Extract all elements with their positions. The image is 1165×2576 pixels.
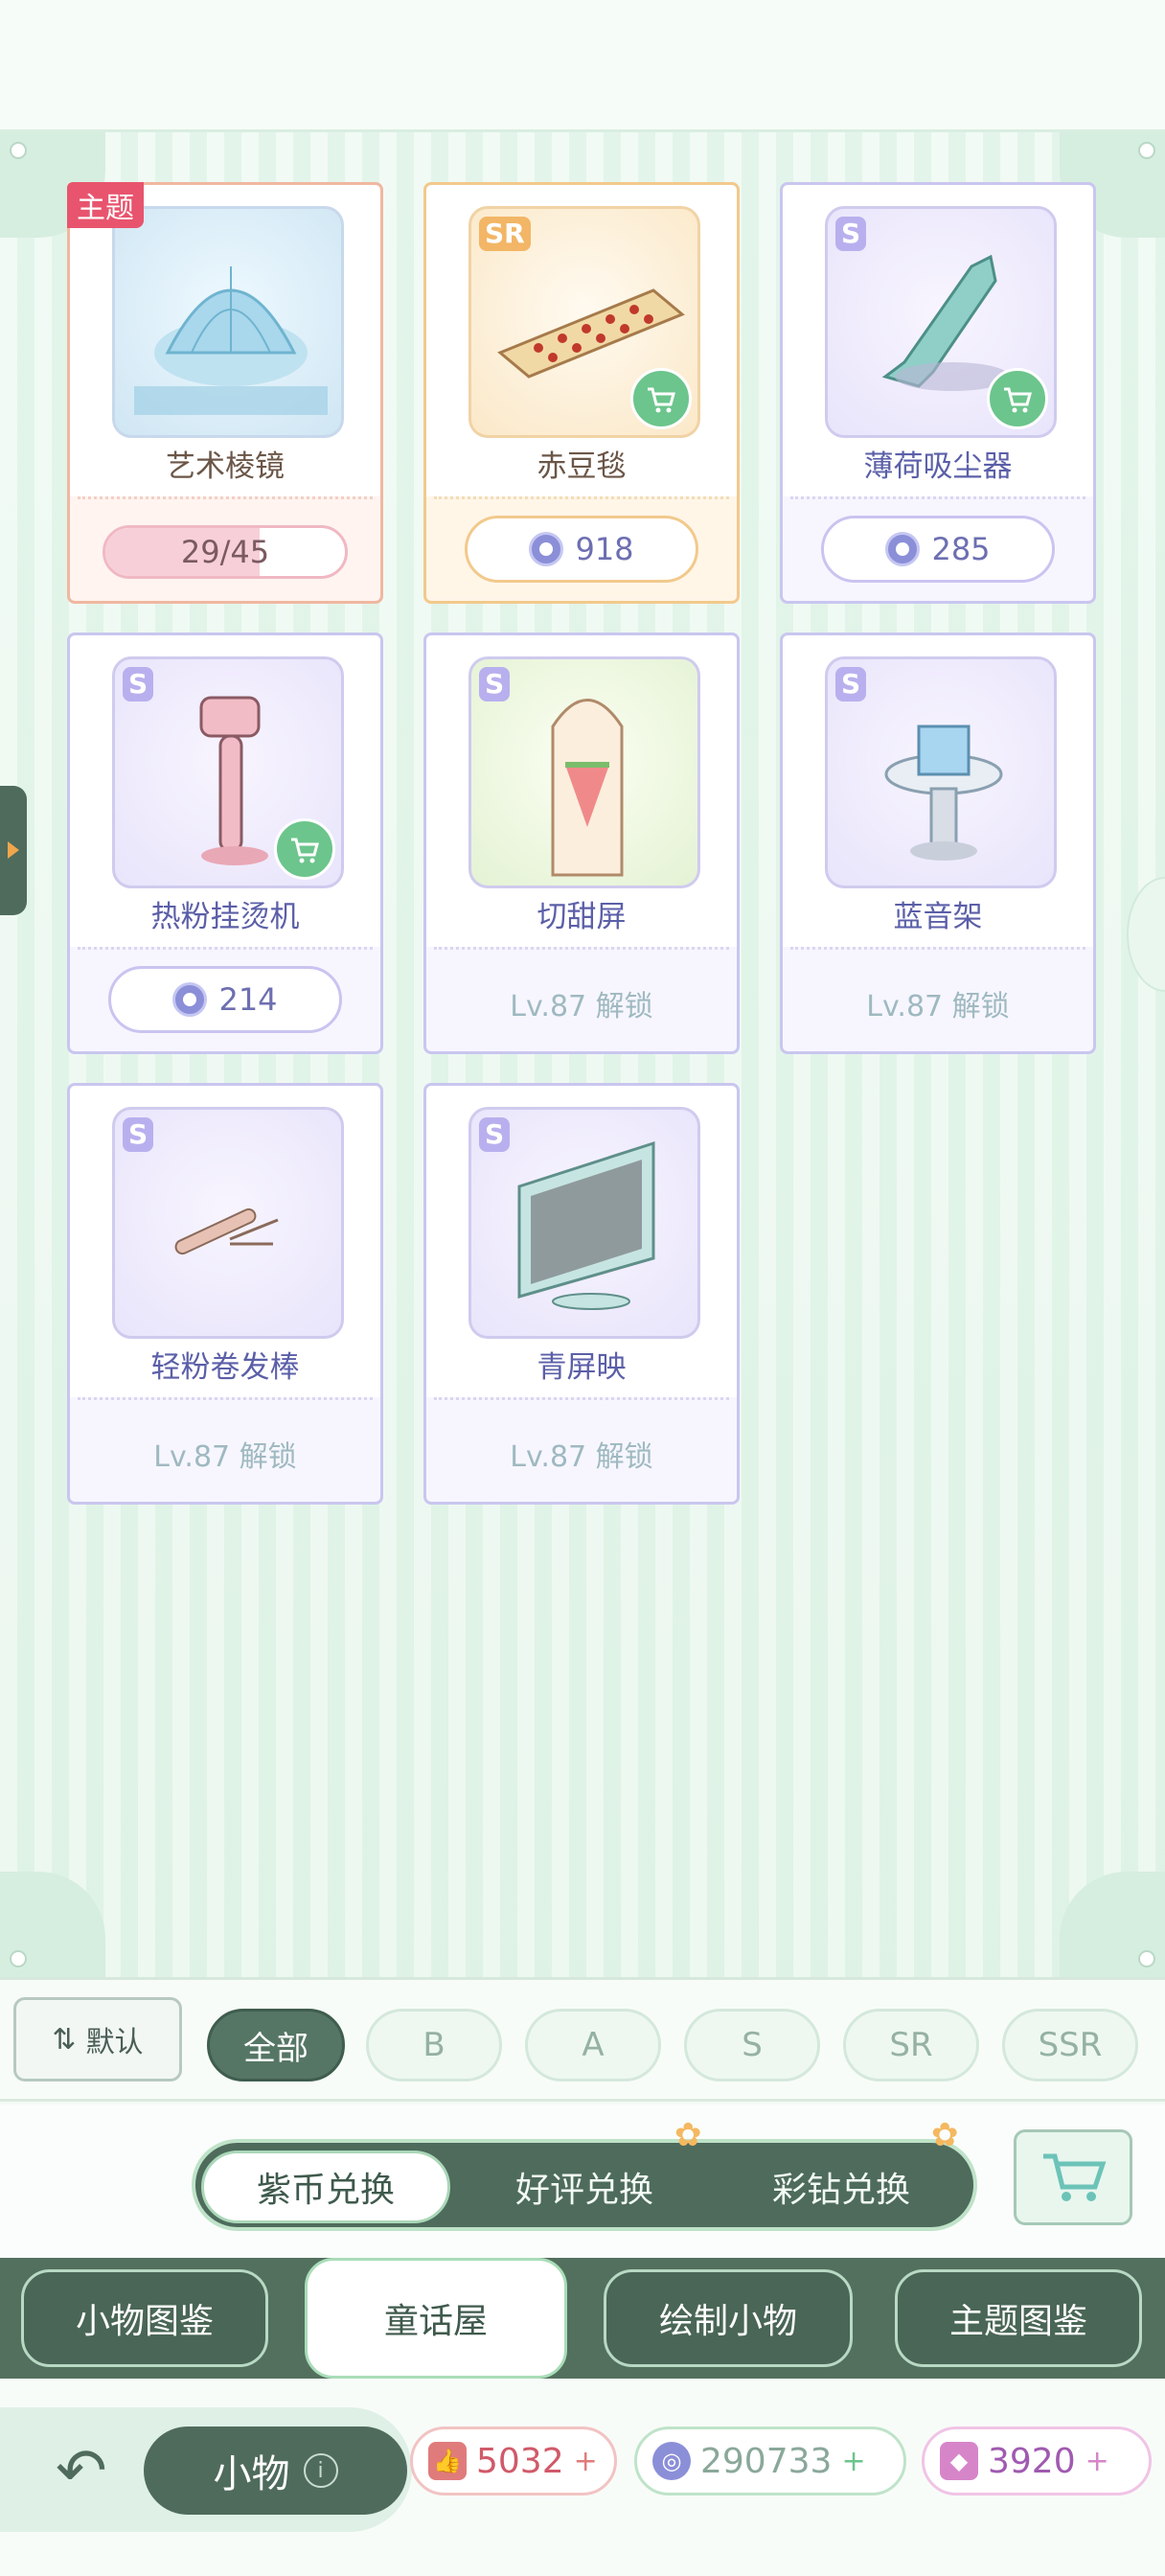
item-name: 切甜屏 [537,900,627,934]
item-image-vacuum: S [825,206,1057,438]
item-card-blue-sound-stand[interactable]: S 蓝音架 Lv.87 解锁 [780,632,1096,1054]
item-name: 热粉挂烫机 [150,900,300,934]
sort-icon: ⇅ [52,2022,77,2057]
item-name: 轻粉卷发棒 [150,1350,300,1385]
tab-diamond-exchange[interactable]: 彩钻兑换 [717,2150,966,2223]
tab-draw-items[interactable]: 绘制小物 [604,2269,853,2367]
rarity-badge: S [123,667,154,702]
thumb-up-icon: 👍 [428,2442,467,2480]
purple-coin-icon [529,532,564,566]
side-drawer-tab[interactable] [0,786,27,915]
item-image-tv: S [468,1107,700,1339]
corner-decoration [0,1872,105,1977]
shopping-cart-button[interactable] [1014,2129,1132,2225]
filter-chip-all[interactable]: 全部 [207,2009,345,2082]
theme-tag: 主题 [67,182,144,228]
unlock-requirement: Lv.87 解锁 [153,1440,297,1474]
collection-progress: 29/45 [103,525,348,579]
currency-purple-coin[interactable]: ◎ 290733 + [634,2426,906,2496]
item-name: 薄荷吸尘器 [863,449,1013,484]
exchange-tab-group: 紫币兑换 好评兑换 彩钻兑换 ✿ ✿ [192,2116,977,2231]
item-image-curler: S [112,1107,344,1339]
filter-chip-b[interactable]: B [366,2009,502,2082]
item-image-rug: SR [468,206,700,438]
cart-icon[interactable] [987,368,1048,429]
rarity-badge: S [123,1117,154,1152]
filter-chip-ssr[interactable]: SSR [1002,2009,1138,2082]
item-image-steamer: S [112,656,344,888]
rarity-badge: S [479,1117,511,1152]
rarity-badge: SR [479,217,531,251]
price-button[interactable]: 285 [821,516,1055,583]
cart-icon[interactable] [274,818,335,880]
rarity-filter-bar: ⇅ 默认 全部 B A S SR SSR [0,1977,1165,2102]
price-button[interactable]: 214 [108,966,342,1033]
status-area [0,0,1165,132]
item-card-mint-vacuum[interactable]: S 薄荷吸尘器 285 [780,182,1096,604]
add-icon[interactable]: + [574,2445,598,2478]
flower-icon: ✿ [931,2116,959,2154]
currency-diamond[interactable]: ◆ 3920 + [922,2426,1152,2496]
item-card-red-bean-rug[interactable]: SR 赤豆毯 918 [423,182,740,604]
back-arrow-icon[interactable]: ↶ [56,2436,107,2507]
purple-coin-icon [172,982,208,1017]
info-icon[interactable]: i [303,2453,338,2488]
page-title: 小物 i [144,2426,407,2515]
item-name: 艺术棱镜 [166,449,285,484]
rarity-badge: S [479,667,511,702]
rarity-badge: S [835,667,867,702]
diamond-icon: ◆ [940,2442,978,2480]
item-image-screen: S [468,656,700,888]
cart-icon [1043,2153,1107,2201]
item-card-art-prism[interactable]: 主题 艺术棱镜 29/45 [67,182,383,604]
tab-fairy-house[interactable]: 童话屋 [305,2258,567,2379]
item-card-pink-curler[interactable]: S 轻粉卷发棒 Lv.87 解锁 [67,1083,383,1505]
item-name: 青屏映 [537,1350,627,1385]
exchange-row: 紫币兑换 好评兑换 彩钻兑换 ✿ ✿ [0,2104,1165,2258]
bottom-bar: ↶ 小物 i 👍 5032 + ◎ 290733 + ◆ 3920 + [0,2379,1165,2576]
add-icon[interactable]: + [1085,2445,1109,2478]
cart-icon[interactable] [630,368,692,429]
currency-review[interactable]: 👍 5032 + [410,2426,617,2496]
item-image-prism [112,206,344,438]
tab-theme-collection[interactable]: 主题图鉴 [895,2269,1142,2367]
tab-review-exchange[interactable]: 好评兑换 [460,2150,709,2223]
purple-coin-icon [885,532,921,566]
rarity-badge: S [835,217,867,251]
item-card-cyan-screen[interactable]: S 青屏映 Lv.87 解锁 [423,1083,740,1505]
tab-purple-coin-exchange[interactable]: 紫币兑换 [201,2150,450,2223]
flower-icon: ✿ [674,2116,702,2154]
item-grid-board: 主题 艺术棱镜 29/45 SR 赤豆毯 918 S 薄荷吸尘器 285 S 热… [0,132,1165,1977]
corner-decoration [1060,1872,1165,1977]
unlock-requirement: Lv.87 解锁 [510,1440,653,1474]
unlock-requirement: Lv.87 解锁 [866,990,1010,1024]
category-tabs: 小物图鉴 童话屋 绘制小物 主题图鉴 [0,2258,1165,2379]
item-name: 赤豆毯 [537,449,627,484]
item-image-stand: S [825,656,1057,888]
purple-coin-icon: ◎ [652,2442,691,2480]
filter-chip-sr[interactable]: SR [843,2009,979,2082]
unlock-requirement: Lv.87 解锁 [510,990,653,1024]
filter-chip-a[interactable]: A [525,2009,661,2082]
filter-chip-s[interactable]: S [684,2009,820,2082]
sort-button[interactable]: ⇅ 默认 [13,1997,182,2082]
price-button[interactable]: 918 [465,516,698,583]
add-icon[interactable]: + [841,2445,865,2478]
item-name: 蓝音架 [893,900,983,934]
item-card-pink-steamer[interactable]: S 热粉挂烫机 214 [67,632,383,1054]
item-card-watermelon-screen[interactable]: S 切甜屏 Lv.87 解锁 [423,632,740,1054]
tab-item-collection[interactable]: 小物图鉴 [21,2269,268,2367]
